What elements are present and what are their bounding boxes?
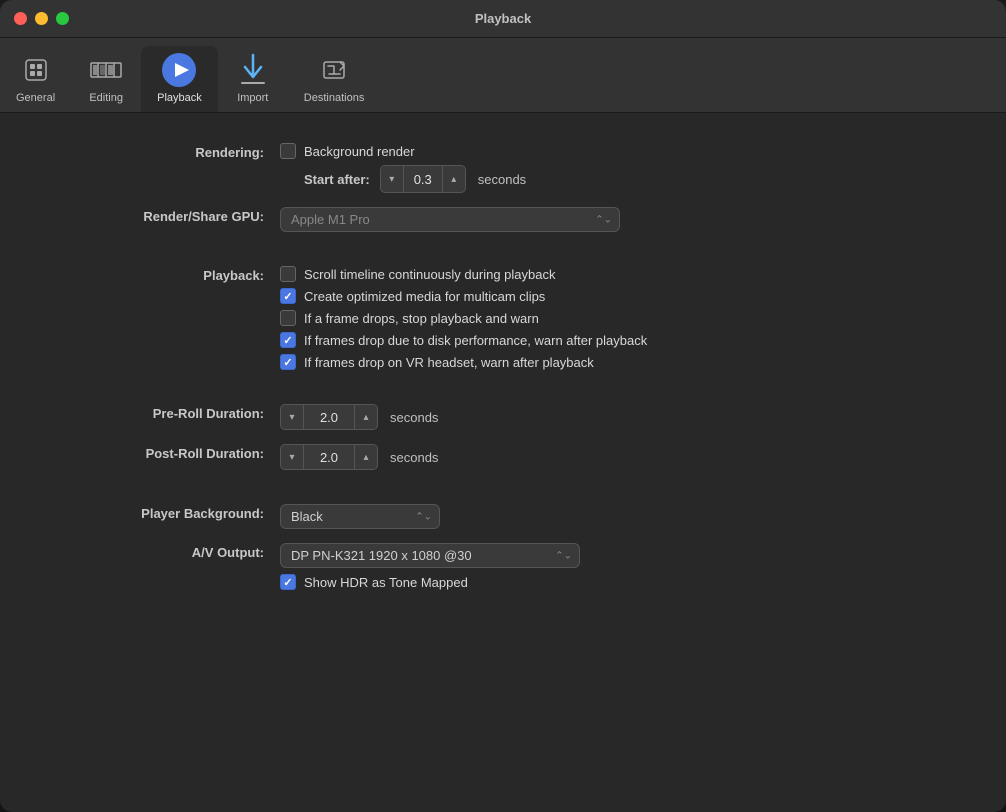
postroll-label: Post-Roll Duration: [60,444,280,461]
rendering-label: Rendering: [60,143,280,160]
preroll-stepper-group: ▾ 2.0 ▴ seconds [280,404,438,430]
playback-diskperf-checkbox[interactable] [280,332,296,348]
av-output-dropdown-wrapper: DP PN-K321 1920 x 1080 @30 [280,543,580,568]
show-hdr-row: Show HDR as Tone Mapped [280,574,580,590]
player-background-row: Player Background: Black White Gray [60,504,946,529]
gpu-dropdown[interactable]: Apple M1 Pro [280,207,620,232]
start-after-unit: seconds [478,172,526,187]
postroll-up[interactable]: ▴ [354,444,378,470]
playback-diskperf-label: If frames drop due to disk performance, … [304,333,647,348]
title-bar: Playback [0,0,1006,38]
playback-label: Playback [157,92,202,104]
window-title: Playback [475,11,531,26]
preroll-unit: seconds [390,410,438,425]
playback-diskperf-row: If frames drop due to disk performance, … [280,332,647,348]
background-render-checkbox[interactable] [280,143,296,159]
preroll-down[interactable]: ▾ [280,404,304,430]
start-after-label: Start after: [304,172,370,187]
playback-framedrop-row: If a frame drops, stop playback and warn [280,310,647,326]
playback-scroll-checkbox[interactable] [280,266,296,282]
destinations-icon [316,52,352,88]
postroll-row: Post-Roll Duration: ▾ 2.0 ▴ seconds [60,444,946,470]
playback-scroll-label: Scroll timeline continuously during play… [304,267,555,282]
player-background-label: Player Background: [60,504,280,521]
preroll-up[interactable]: ▴ [354,404,378,430]
playback-options-controls: Scroll timeline continuously during play… [280,266,647,370]
maximize-button[interactable] [56,12,69,25]
start-after-stepper: ▾ 0.3 ▴ [380,165,466,193]
av-output-dropdown[interactable]: DP PN-K321 1920 x 1080 @30 [280,543,580,568]
toolbar-item-destinations[interactable]: Destinations [288,46,381,112]
playback-vr-checkbox[interactable] [280,354,296,370]
postroll-value: 2.0 [304,444,354,470]
av-output-controls: DP PN-K321 1920 x 1080 @30 Show HDR as T… [280,543,580,590]
start-after-value: 0.3 [403,166,443,192]
player-background-controls: Black White Gray [280,504,440,529]
toolbar-item-import[interactable]: Import [218,46,288,112]
postroll-stepper-group: ▾ 2.0 ▴ seconds [280,444,438,470]
window: Playback General [0,0,1006,812]
toolbar-item-editing[interactable]: Editing [71,46,141,112]
import-label: Import [237,92,268,104]
preroll-label: Pre-Roll Duration: [60,404,280,421]
start-after-down[interactable]: ▾ [381,166,403,192]
close-button[interactable] [14,12,27,25]
playback-icon [161,52,197,88]
preroll-controls: ▾ 2.0 ▴ seconds [280,404,438,430]
postroll-controls: ▾ 2.0 ▴ seconds [280,444,438,470]
av-output-label: A/V Output: [60,543,280,560]
background-render-row: Background render [280,143,526,159]
playback-vr-label: If frames drop on VR headset, warn after… [304,355,594,370]
player-background-dropdown-wrapper: Black White Gray [280,504,440,529]
main-content: Rendering: Background render Start after… [0,113,1006,634]
destinations-label: Destinations [304,92,365,104]
preroll-value: 2.0 [304,404,354,430]
start-after-up[interactable]: ▴ [443,166,465,192]
postroll-stepper: ▾ 2.0 ▴ [280,444,378,470]
editing-label: Editing [89,92,123,104]
background-render-label: Background render [304,144,415,159]
gpu-row: Render/Share GPU: Apple M1 Pro [60,207,946,232]
postroll-down[interactable]: ▾ [280,444,304,470]
playback-framedrop-checkbox[interactable] [280,310,296,326]
show-hdr-checkbox[interactable] [280,574,296,590]
playback-optimized-row: Create optimized media for multicam clip… [280,288,647,304]
start-after-group: Start after: ▾ 0.3 ▴ seconds [280,165,526,193]
toolbar: General Editing [0,38,1006,113]
gpu-controls: Apple M1 Pro [280,207,620,232]
rendering-row: Rendering: Background render Start after… [60,143,946,193]
toolbar-item-playback[interactable]: Playback [141,46,218,112]
playback-options-row: Playback: Scroll timeline continuously d… [60,266,946,370]
preroll-stepper: ▾ 2.0 ▴ [280,404,378,430]
general-icon [18,52,54,88]
playback-framedrop-label: If a frame drops, stop playback and warn [304,311,539,326]
traffic-lights [14,12,69,25]
show-hdr-label: Show HDR as Tone Mapped [304,575,468,590]
import-icon [235,52,271,88]
rendering-controls: Background render Start after: ▾ 0.3 ▴ s… [280,143,526,193]
player-background-dropdown[interactable]: Black White Gray [280,504,440,529]
editing-icon [88,52,124,88]
playback-optimized-label: Create optimized media for multicam clip… [304,289,545,304]
playback-options-label: Playback: [60,266,280,283]
general-label: General [16,92,55,104]
playback-vr-row: If frames drop on VR headset, warn after… [280,354,647,370]
gpu-label: Render/Share GPU: [60,207,280,224]
playback-optimized-checkbox[interactable] [280,288,296,304]
postroll-unit: seconds [390,450,438,465]
toolbar-item-general[interactable]: General [0,46,71,112]
playback-scroll-row: Scroll timeline continuously during play… [280,266,647,282]
preroll-row: Pre-Roll Duration: ▾ 2.0 ▴ seconds [60,404,946,430]
gpu-dropdown-wrapper: Apple M1 Pro [280,207,620,232]
av-output-row: A/V Output: DP PN-K321 1920 x 1080 @30 S… [60,543,946,590]
minimize-button[interactable] [35,12,48,25]
